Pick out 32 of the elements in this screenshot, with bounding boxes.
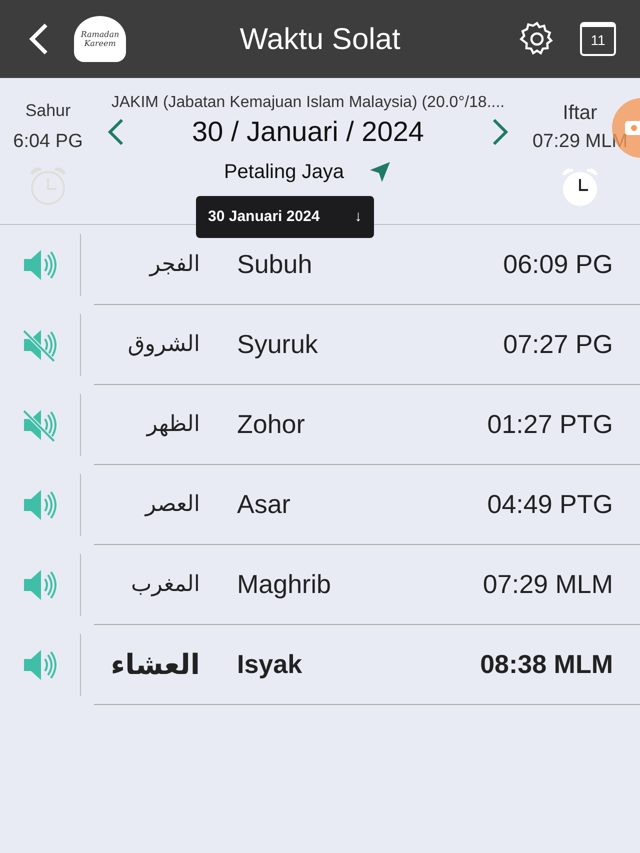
arabic-name: العشاء: [110, 646, 200, 682]
sahur-label: Sahur: [25, 100, 71, 122]
iftar-label: Iftar: [562, 101, 598, 126]
prayer-time: 08:38 MLM: [480, 648, 613, 681]
calculation-method: JAKIM (Jabatan Kemajuan Islam Malaysia) (20.0°/18....: [111, 93, 505, 113]
arabic-name: الشروق: [126, 331, 200, 359]
prayer-name: Isyak: [237, 648, 302, 681]
logo-text: Ramadan: [80, 30, 120, 39]
location-text: Petaling Jaya: [224, 160, 344, 185]
arabic-name: الظهر: [145, 411, 200, 439]
prayer-name: Subuh: [237, 248, 312, 281]
prayer-name: Zohor: [237, 408, 305, 441]
prayer-time: 07:29 MLM: [482, 568, 613, 601]
arabic-name: المغرب: [130, 571, 200, 599]
prayer-time: 06:09 PG: [503, 248, 613, 281]
prayer-time: 07:27 PG: [503, 328, 613, 361]
logo-text: Kareem: [84, 39, 116, 48]
calendar-button[interactable]: 11: [580, 22, 616, 56]
sahur-time: 6:04 PG: [13, 130, 83, 154]
date-text: 30 / Januari / 2024: [192, 115, 424, 149]
arabic-name: الفجر: [148, 251, 200, 279]
prayer-name: Syuruk: [237, 328, 318, 361]
prayer-time: 01:27 PTG: [487, 408, 613, 441]
tooltip-arrow: ↓: [354, 206, 362, 227]
location-arrow-icon[interactable]: [368, 160, 392, 184]
prayer-time: 04:49 PTG: [487, 488, 613, 521]
arabic-name: العصر: [144, 491, 200, 519]
prayer-name: Maghrib: [237, 568, 331, 601]
prayer-name: Asar: [237, 488, 290, 521]
tooltip-text: 30 Januari 2024: [208, 206, 320, 227]
camera-icon: [624, 119, 640, 137]
window-title: Waktu Solat: [238, 22, 402, 58]
